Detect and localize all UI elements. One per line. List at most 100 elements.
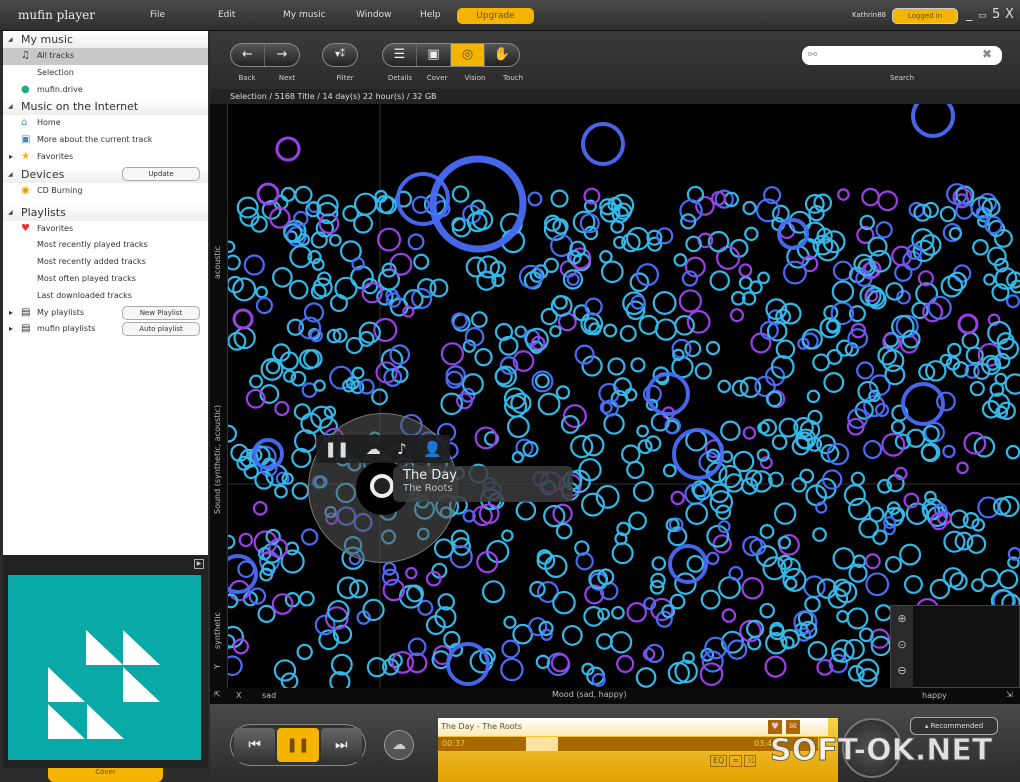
track-bubble[interactable] — [527, 191, 543, 207]
track-bubble[interactable] — [507, 415, 530, 439]
track-bubble[interactable] — [611, 605, 625, 620]
next-button[interactable]: → — [265, 44, 299, 66]
sidebar-item-cd-burning[interactable]: ◉ CD Burning — [3, 183, 208, 200]
track-bubble[interactable] — [732, 450, 755, 473]
sidebar-item-home[interactable]: ⌂ Home — [3, 115, 208, 132]
mail-icon[interactable]: ✉ — [786, 720, 800, 734]
track-bubble[interactable] — [750, 332, 772, 354]
track-bubble[interactable] — [273, 659, 297, 682]
track-bubble[interactable] — [238, 532, 254, 548]
track-bubble[interactable] — [1005, 444, 1020, 460]
track-bubble[interactable] — [744, 226, 759, 242]
track-bubble[interactable] — [301, 528, 319, 546]
track-bubble[interactable] — [515, 500, 537, 521]
track-bubble[interactable] — [757, 271, 770, 285]
track-bubble[interactable] — [328, 233, 342, 247]
track-bubble[interactable] — [961, 331, 980, 350]
track-bubble[interactable] — [823, 372, 845, 393]
track-bubble[interactable] — [799, 468, 815, 484]
track-bubble[interactable] — [673, 253, 688, 267]
track-bubble[interactable] — [652, 291, 677, 315]
track-bubble[interactable] — [864, 553, 881, 570]
track-bubble[interactable] — [411, 195, 430, 214]
track-bubble[interactable] — [924, 490, 937, 504]
zoom-out-icon[interactable]: ⊖ — [891, 658, 913, 684]
track-bubble[interactable] — [543, 257, 559, 273]
restore-button[interactable]: ▭ — [978, 11, 987, 21]
track-bubble[interactable] — [948, 226, 963, 241]
track-bubble[interactable] — [678, 289, 703, 313]
zoom-reset-icon[interactable]: ⊙ — [891, 632, 913, 658]
track-bubble[interactable] — [832, 547, 855, 570]
track-bubble[interactable] — [620, 444, 641, 465]
menu-help[interactable]: Help — [420, 10, 441, 20]
track-bubble[interactable] — [807, 641, 828, 661]
details-button[interactable]: ☰ — [383, 44, 417, 66]
playlist-most-often[interactable]: Most often played tracks — [3, 271, 208, 288]
track-bubble[interactable] — [644, 435, 662, 452]
track-bubble[interactable] — [742, 200, 757, 216]
menu-file[interactable]: File — [150, 10, 165, 20]
track-bubble[interactable] — [875, 221, 893, 239]
track-bubble[interactable] — [291, 482, 310, 500]
expand-cover-icon[interactable]: ▶ — [194, 559, 204, 569]
recommend-icon[interactable]: ☁ — [366, 440, 381, 458]
track-bubble[interactable] — [537, 392, 561, 416]
track-bubble[interactable] — [243, 254, 265, 276]
track-bubble[interactable] — [611, 542, 634, 565]
track-bubble[interactable] — [550, 653, 570, 673]
equalizer-button[interactable]: EQ — [710, 755, 728, 767]
track-bubble[interactable] — [764, 366, 786, 387]
track-bubble[interactable] — [983, 273, 996, 286]
track-bubble[interactable] — [534, 373, 550, 389]
track-bubble[interactable] — [274, 484, 288, 499]
track-bubble[interactable] — [669, 593, 686, 610]
track-bubble[interactable] — [451, 185, 470, 203]
music-note-icon[interactable]: ♪ — [397, 440, 407, 458]
track-bubble[interactable] — [550, 189, 569, 208]
track-bubble[interactable] — [255, 285, 268, 299]
track-bubble[interactable] — [334, 276, 358, 300]
track-bubble[interactable] — [971, 578, 986, 593]
track-bubble[interactable] — [636, 424, 649, 438]
previous-button[interactable]: ⏮ — [234, 728, 276, 762]
track-bubble[interactable] — [868, 506, 885, 523]
track-bubble[interactable] — [1005, 294, 1020, 309]
touch-button[interactable]: ✋ — [485, 44, 519, 66]
track-bubble[interactable] — [478, 503, 500, 525]
track-bubble[interactable] — [570, 434, 594, 459]
sidebar-item-favorites[interactable]: ♥ Favorites — [3, 221, 208, 238]
track-bubble[interactable] — [560, 414, 580, 434]
menu-edit[interactable]: Edit — [218, 10, 235, 20]
playlist-last-downloaded[interactable]: Last downloaded tracks — [3, 288, 208, 305]
track-bubble[interactable] — [607, 357, 626, 376]
track-bubble[interactable] — [706, 551, 720, 566]
track-bubble[interactable] — [686, 554, 705, 573]
track-bubble[interactable] — [362, 598, 385, 622]
new-playlist-button[interactable]: New Playlist — [122, 305, 200, 320]
maximize-button[interactable]: 5 — [992, 7, 1000, 22]
track-bubble[interactable] — [699, 662, 724, 686]
artist-icon[interactable]: 👤 — [423, 440, 442, 458]
back-button[interactable]: ← — [231, 44, 265, 66]
track-bubble[interactable] — [528, 617, 548, 637]
track-bubble[interactable] — [294, 185, 313, 205]
track-bubble[interactable] — [288, 279, 309, 300]
track-bubble[interactable] — [651, 556, 667, 571]
sidebar-item-more-about[interactable]: ▣ More about the current track — [3, 132, 208, 149]
track-bubble[interactable] — [764, 655, 787, 678]
track-bubble[interactable] — [843, 484, 866, 507]
track-bubble[interactable] — [252, 501, 268, 516]
cover-button[interactable]: ▣ — [417, 44, 451, 66]
track-bubble[interactable] — [865, 572, 890, 597]
track-bubble[interactable] — [891, 314, 915, 339]
track-bubble[interactable] — [396, 172, 450, 226]
track-bubble[interactable] — [863, 439, 883, 460]
pause-icon[interactable]: ❚❚ — [324, 440, 349, 458]
track-bubble[interactable] — [919, 234, 942, 256]
sidebar-item-my-playlists[interactable]: ▤ My playlists New Playlist — [3, 305, 208, 322]
track-bubble[interactable] — [850, 471, 866, 486]
track-bubble[interactable] — [628, 511, 647, 531]
track-bubble[interactable] — [609, 631, 633, 654]
track-bubble[interactable] — [228, 331, 247, 351]
